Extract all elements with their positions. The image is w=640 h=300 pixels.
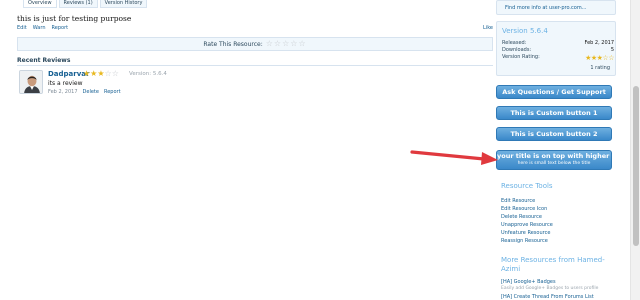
stat-label: Released:: [502, 40, 527, 46]
rate-resource-bar: Rate This Resource: ☆☆☆☆☆: [17, 37, 493, 51]
more-resource-desc: Easily add Google+ Badges to users profi…: [501, 286, 599, 291]
warn-link[interactable]: Warn: [33, 25, 46, 31]
edit-link[interactable]: Edit: [17, 25, 27, 31]
divider: [17, 65, 493, 66]
tab-overview[interactable]: Overview: [23, 0, 57, 8]
more-resource-link[interactable]: [HA] Google+ Badges: [501, 279, 556, 285]
more-resource-link[interactable]: [HA] Create Thread From Forums List: [501, 294, 594, 300]
report-link[interactable]: Report: [52, 25, 69, 31]
tool-delete-resource[interactable]: Delete Resource: [501, 213, 553, 221]
tool-edit-resource[interactable]: Edit Resource: [501, 197, 553, 205]
rate-stars[interactable]: ☆☆☆☆☆: [266, 39, 307, 48]
review-item: Dadparvar ★★★☆☆ Version: 5.6.4 its a rev…: [17, 68, 493, 100]
stat-value: 5: [610, 47, 614, 53]
stat-downloads: Downloads: 5: [502, 47, 614, 53]
review-stars-on: ★★★: [83, 69, 105, 78]
tool-unapprove-resource[interactable]: Unapprove Resource: [501, 221, 553, 229]
stat-label: Version Rating:: [502, 54, 540, 60]
recent-reviews-heading: Recent Reviews: [17, 57, 71, 64]
stat-label: Downloads:: [502, 47, 532, 53]
scrollbar-thumb[interactable]: [633, 86, 639, 246]
support-button[interactable]: Ask Questions / Get Support: [496, 85, 612, 99]
version-block: Version 5.6.4 Released: Feb 2, 2017 Down…: [496, 21, 616, 76]
review-date: Feb 2, 2017: [48, 89, 78, 95]
info-block: Find more info at user-pro.com...: [496, 0, 616, 15]
review-meta: Feb 2, 2017 Delete Report: [48, 89, 121, 95]
like-link[interactable]: Like: [483, 25, 493, 31]
tool-unfeature-resource[interactable]: Unfeature Resource: [501, 229, 553, 237]
page-scrollbar[interactable]: [630, 0, 640, 300]
more-resources-heading: More Resources from Hamed-Azimi: [501, 256, 605, 273]
description-actions: Edit Warn Report: [17, 25, 68, 31]
stat-version-rating: Version Rating: ★★★☆☆: [502, 54, 614, 62]
avatar[interactable]: [19, 70, 43, 94]
review-stars-off: ☆☆: [104, 69, 119, 78]
red-arrow-annotation: [410, 150, 498, 165]
rate-label: Rate This Resource:: [203, 41, 263, 48]
custom-button-2[interactable]: This is Custom button 2: [496, 127, 612, 141]
resource-description: this is just for testing purpose: [17, 14, 132, 23]
tool-edit-resource-icon[interactable]: Edit Resource Icon: [501, 205, 553, 213]
resource-tabs: Overview Reviews (1) Version History: [23, 0, 149, 8]
avatar-person-icon: [20, 71, 42, 93]
review-version: Version: 5.6.4: [129, 71, 167, 77]
tab-version-history[interactable]: Version History: [99, 0, 148, 8]
review-rating-stars: ★★★☆☆: [83, 69, 119, 78]
custom-title-button-label: your title is on top with higher size: [497, 152, 626, 160]
version-heading: Version 5.6.4: [502, 27, 548, 35]
review-report-link[interactable]: Report: [104, 89, 121, 95]
version-rating-stars: ★★★☆☆: [585, 54, 614, 62]
resource-tools-heading: Resource Tools: [501, 182, 553, 190]
custom-title-button[interactable]: your title is on top with higher size he…: [496, 150, 626, 170]
review-delete-link[interactable]: Delete: [83, 89, 99, 95]
stat-value: Feb 2, 2017: [584, 40, 614, 46]
more-info-link[interactable]: Find more info at user-pro.com...: [505, 5, 586, 11]
custom-title-button-subtext: here is small text below the title: [517, 161, 591, 166]
tab-reviews[interactable]: Reviews (1): [58, 0, 98, 8]
resource-tools-list: Edit Resource Edit Resource Icon Delete …: [501, 197, 553, 246]
tool-reassign-resource[interactable]: Reassign Resource: [501, 237, 553, 245]
custom-button-1[interactable]: This is Custom button 1: [496, 106, 612, 120]
review-text: its a review: [48, 80, 83, 87]
rating-count: 1 rating: [590, 65, 610, 71]
stat-released: Released: Feb 2, 2017: [502, 40, 614, 46]
